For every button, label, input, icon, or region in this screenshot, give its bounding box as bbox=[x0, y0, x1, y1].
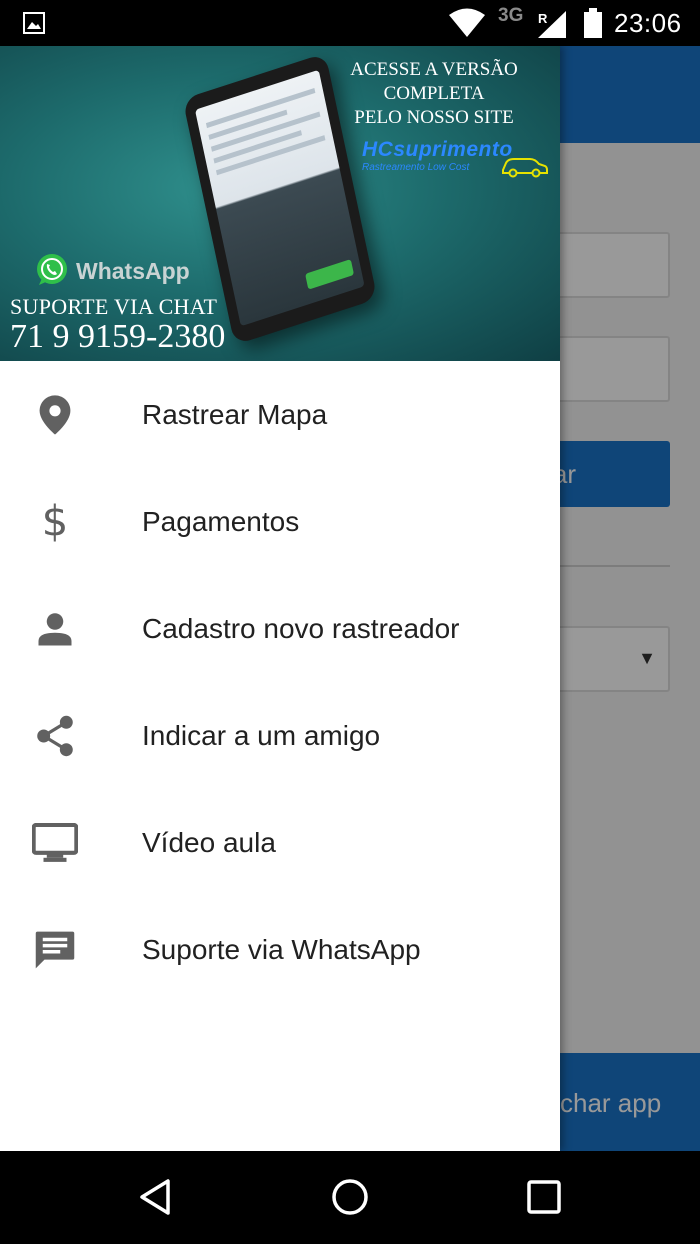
svg-text:$: $ bbox=[42, 501, 69, 543]
menu-item-label: Cadastro novo rastreador bbox=[142, 613, 460, 644]
share-icon bbox=[32, 713, 78, 759]
system-navigation-bar bbox=[0, 1151, 700, 1244]
clock: 23:06 bbox=[614, 8, 682, 38]
menu-item-indicar[interactable]: Indicar a um amigo bbox=[0, 682, 560, 789]
person-icon bbox=[32, 606, 78, 652]
drawer-header-banner[interactable]: ACESSE A VERSÃO COMPLETA PELO NOSSO SITE… bbox=[0, 46, 560, 361]
menu-item-label: Pagamentos bbox=[142, 506, 300, 537]
car-icon bbox=[502, 158, 548, 178]
brand-tagline: Rastreamento Low Cost bbox=[362, 162, 470, 173]
menu-item-label: Rastrear Mapa bbox=[142, 399, 328, 430]
gallery-icon bbox=[23, 12, 45, 34]
drawer-menu: Rastrear Mapa $ Pagamentos Cadastro novo… bbox=[0, 361, 560, 1003]
menu-item-suporte-whatsapp[interactable]: Suporte via WhatsApp bbox=[0, 896, 560, 1003]
menu-item-pagamentos[interactable]: $ Pagamentos bbox=[0, 468, 560, 575]
menu-item-video-aula[interactable]: Vídeo aula bbox=[0, 789, 560, 896]
signal-icon: R bbox=[538, 11, 566, 38]
menu-item-cadastro[interactable]: Cadastro novo rastreador bbox=[0, 575, 560, 682]
location-pin-icon bbox=[32, 392, 78, 438]
status-bar: 3G R 23:06 bbox=[0, 0, 700, 46]
wifi-icon bbox=[449, 8, 485, 37]
promo-line-2: COMPLETA bbox=[383, 83, 485, 104]
monitor-icon bbox=[32, 820, 78, 866]
menu-item-rastrear-mapa[interactable]: Rastrear Mapa bbox=[0, 361, 560, 468]
promo-line-3: PELO NOSSO SITE bbox=[354, 107, 514, 128]
promo-text: ACESSE A VERSÃO COMPLETA PELO NOSSO SITE bbox=[318, 58, 550, 130]
recents-icon[interactable] bbox=[524, 1177, 564, 1217]
whatsapp-label: WhatsApp bbox=[76, 258, 190, 284]
whatsapp-logo-icon bbox=[37, 254, 67, 285]
home-icon[interactable] bbox=[330, 1177, 370, 1217]
menu-item-label: Suporte via WhatsApp bbox=[142, 934, 421, 965]
promo-line-1: ACESSE A VERSÃO bbox=[350, 59, 518, 80]
support-title: SUPORTE VIA CHAT bbox=[10, 294, 218, 319]
chat-icon bbox=[32, 927, 78, 973]
back-icon[interactable] bbox=[136, 1177, 176, 1217]
network-type: 3G bbox=[498, 5, 524, 26]
menu-item-label: Indicar a um amigo bbox=[142, 720, 381, 751]
battery-icon bbox=[584, 8, 602, 38]
support-phone-number: 71 9 9159-2380 bbox=[10, 318, 226, 355]
navigation-drawer: ACESSE A VERSÃO COMPLETA PELO NOSSO SITE… bbox=[0, 46, 560, 1151]
menu-item-label: Vídeo aula bbox=[142, 827, 276, 858]
roaming-indicator: R bbox=[538, 11, 548, 26]
brand-name: HCsuprimento bbox=[362, 138, 513, 161]
dollar-icon: $ bbox=[32, 499, 78, 545]
